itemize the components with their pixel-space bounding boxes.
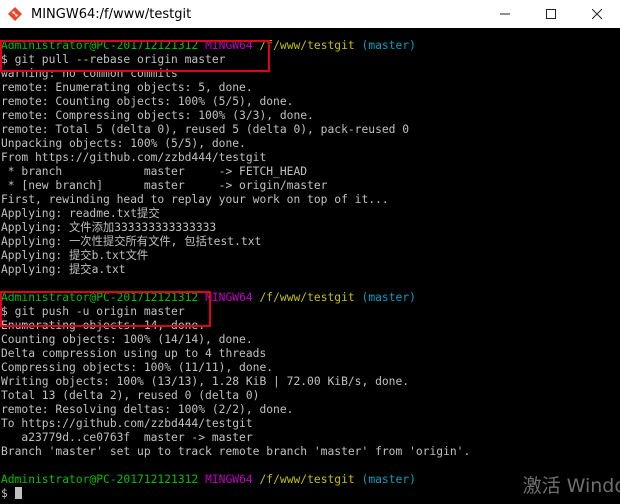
output-line: Total 13 (delta 2), reused 0 (delta 0) (1, 389, 260, 402)
window-controls (482, 0, 620, 28)
output-line: remote: Resolving deltas: 100% (2/2), do… (1, 403, 294, 416)
output-line: First, rewinding head to replay your wor… (1, 193, 389, 206)
prompt-system: MINGW64 (205, 473, 253, 486)
output-line: a23779d..ce0763f master -> master (1, 431, 253, 444)
title-bar[interactable]: MINGW64:/f/www/testgit (0, 0, 620, 28)
output-line: Applying: 提交a.txt (1, 263, 126, 276)
close-icon (592, 9, 602, 19)
activation-watermark: 激活 Windo (522, 475, 620, 497)
close-button[interactable] (574, 0, 620, 28)
output-line: Counting objects: 100% (14/14), done. (1, 333, 253, 346)
git-bash-icon (8, 7, 22, 21)
prompt-branch: (master) (361, 39, 416, 52)
text-cursor (14, 487, 22, 499)
prompt-branch: (master) (361, 291, 416, 304)
output-line: * branch master -> FETCH_HEAD (1, 165, 308, 178)
output-line: Applying: 一次性提交所有文件, 包括test.txt (1, 235, 262, 248)
output-line: Delta compression using up to 4 threads (1, 347, 267, 360)
prompt-line: Administrator@PC-201712121312 MINGW64 /f… (0, 291, 620, 305)
output-line: remote: Compressing objects: 100% (3/3),… (1, 109, 314, 122)
prompt-user: Administrator@PC-201712121312 (1, 473, 199, 486)
output-line: Branch 'master' set up to track remote b… (1, 445, 471, 458)
output-line: remote: Counting objects: 100% (5/5), do… (1, 95, 294, 108)
prompt-user: Administrator@PC-201712121312 (1, 291, 199, 304)
prompt-line: Administrator@PC-201712121312 MINGW64 /f… (0, 39, 620, 53)
output-line: remote: Total 5 (delta 0), reused 5 (del… (1, 123, 410, 136)
terminal-window: MINGW64:/f/www/testgit Administrator@PC-… (0, 0, 620, 504)
output-line: * [new branch] master -> origin/master (1, 179, 328, 192)
prompt-system: MINGW64 (205, 39, 253, 52)
command-line: $ git pull --rebase origin master (1, 53, 226, 66)
prompt-user: Administrator@PC-201712121312 (1, 39, 199, 52)
output-line: Unpacking objects: 100% (5/5), done. (1, 137, 246, 150)
output-line: remote: Enumerating objects: 5, done. (1, 81, 253, 94)
output-line: Applying: readme.txt提交 (1, 207, 160, 220)
prompt-path: /f/www/testgit (259, 39, 355, 52)
prompt-path: /f/www/testgit (259, 473, 355, 486)
output-line: Compressing objects: 100% (11/11), done. (1, 361, 274, 374)
output-line: To https://github.com/zzbd444/testgit (1, 417, 253, 430)
prompt-system: MINGW64 (205, 291, 253, 304)
window-title: MINGW64:/f/www/testgit (31, 6, 192, 22)
output-line: Applying: 文件添加333333333333333 (1, 221, 217, 234)
command-line: $ git push -u origin master (1, 305, 185, 318)
prompt-path: /f/www/testgit (259, 291, 355, 304)
output-line: Applying: 提交b.txt文件 (1, 249, 149, 262)
terminal-output[interactable]: Administrator@PC-201712121312 MINGW64 /f… (0, 28, 620, 504)
prompt-branch: (master) (361, 473, 416, 486)
command-input[interactable]: $ (1, 487, 15, 500)
output-line: Enumerating objects: 14, done. (1, 319, 206, 332)
minimize-icon (500, 13, 510, 15)
minimize-button[interactable] (482, 0, 528, 28)
maximize-button[interactable] (528, 0, 574, 28)
output-line: Writing objects: 100% (13/13), 1.28 KiB … (1, 375, 410, 388)
output-line: warning: no common commits (1, 67, 178, 80)
maximize-icon (546, 9, 556, 19)
output-line: From https://github.com/zzbd444/testgit (1, 151, 267, 164)
